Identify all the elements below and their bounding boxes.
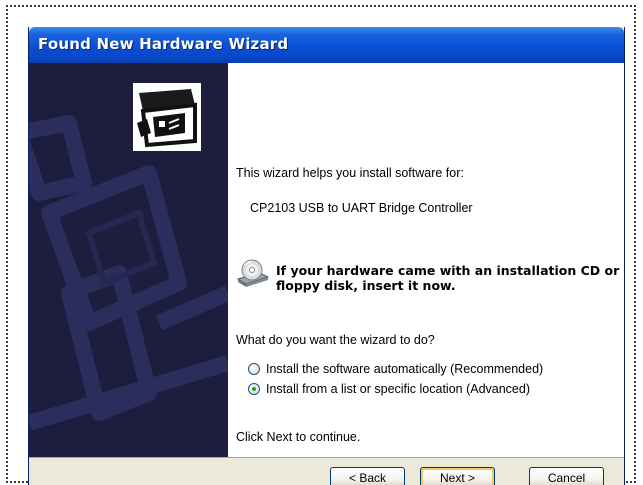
wizard-question: What do you want the wizard to do?: [236, 333, 435, 347]
wizard-content: This wizard helps you install software f…: [228, 63, 624, 457]
option-label-automatic: Install the software automatically (Reco…: [266, 362, 544, 376]
wizard-sidebar-graphic: [29, 63, 228, 457]
continue-hint: Click Next to continue.: [236, 430, 361, 444]
back-button[interactable]: < Back: [330, 467, 405, 485]
radio-install-from-list[interactable]: [248, 383, 260, 395]
insert-cd-message: If your hardware came with an installati…: [276, 263, 620, 293]
next-button[interactable]: Next >: [420, 467, 495, 485]
hardware-card-icon: [131, 81, 203, 153]
title-bar[interactable]: Found New Hardware Wizard: [29, 27, 624, 63]
option-install-from-list[interactable]: Install from a list or specific location…: [248, 381, 530, 397]
cd-drive-icon: [236, 259, 270, 289]
option-label-advanced: Install from a list or specific location…: [266, 382, 530, 396]
radio-install-automatically[interactable]: [248, 363, 260, 375]
device-name: CP2103 USB to UART Bridge Controller: [250, 201, 473, 215]
cancel-button[interactable]: Cancel: [529, 467, 604, 485]
window-title: Found New Hardware Wizard: [38, 35, 289, 53]
intro-text: This wizard helps you install software f…: [236, 166, 464, 180]
option-install-automatically[interactable]: Install the software automatically (Reco…: [248, 361, 543, 377]
wizard-window: Found New Hardware Wizard This wizard he…: [28, 27, 625, 485]
button-bar: < Back Next > Cancel: [29, 457, 624, 485]
